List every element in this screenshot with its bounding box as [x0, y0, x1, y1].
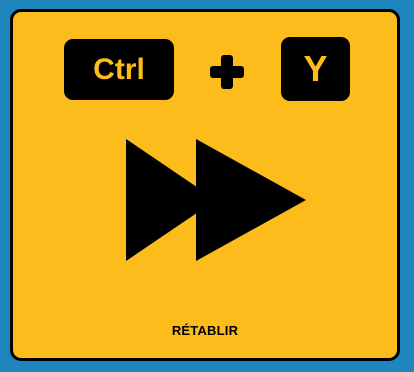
fast-forward-icon	[126, 139, 306, 261]
y-key-label: Y	[303, 48, 328, 89]
ctrl-key: Ctrl	[64, 39, 174, 100]
y-key: Y	[281, 37, 350, 101]
action-label: RÉTABLIR	[171, 323, 239, 338]
plus-icon	[210, 55, 244, 89]
ctrl-key-label: Ctrl	[93, 52, 145, 86]
shortcut-card: Ctrl Y RÉTABLIR	[10, 9, 400, 361]
